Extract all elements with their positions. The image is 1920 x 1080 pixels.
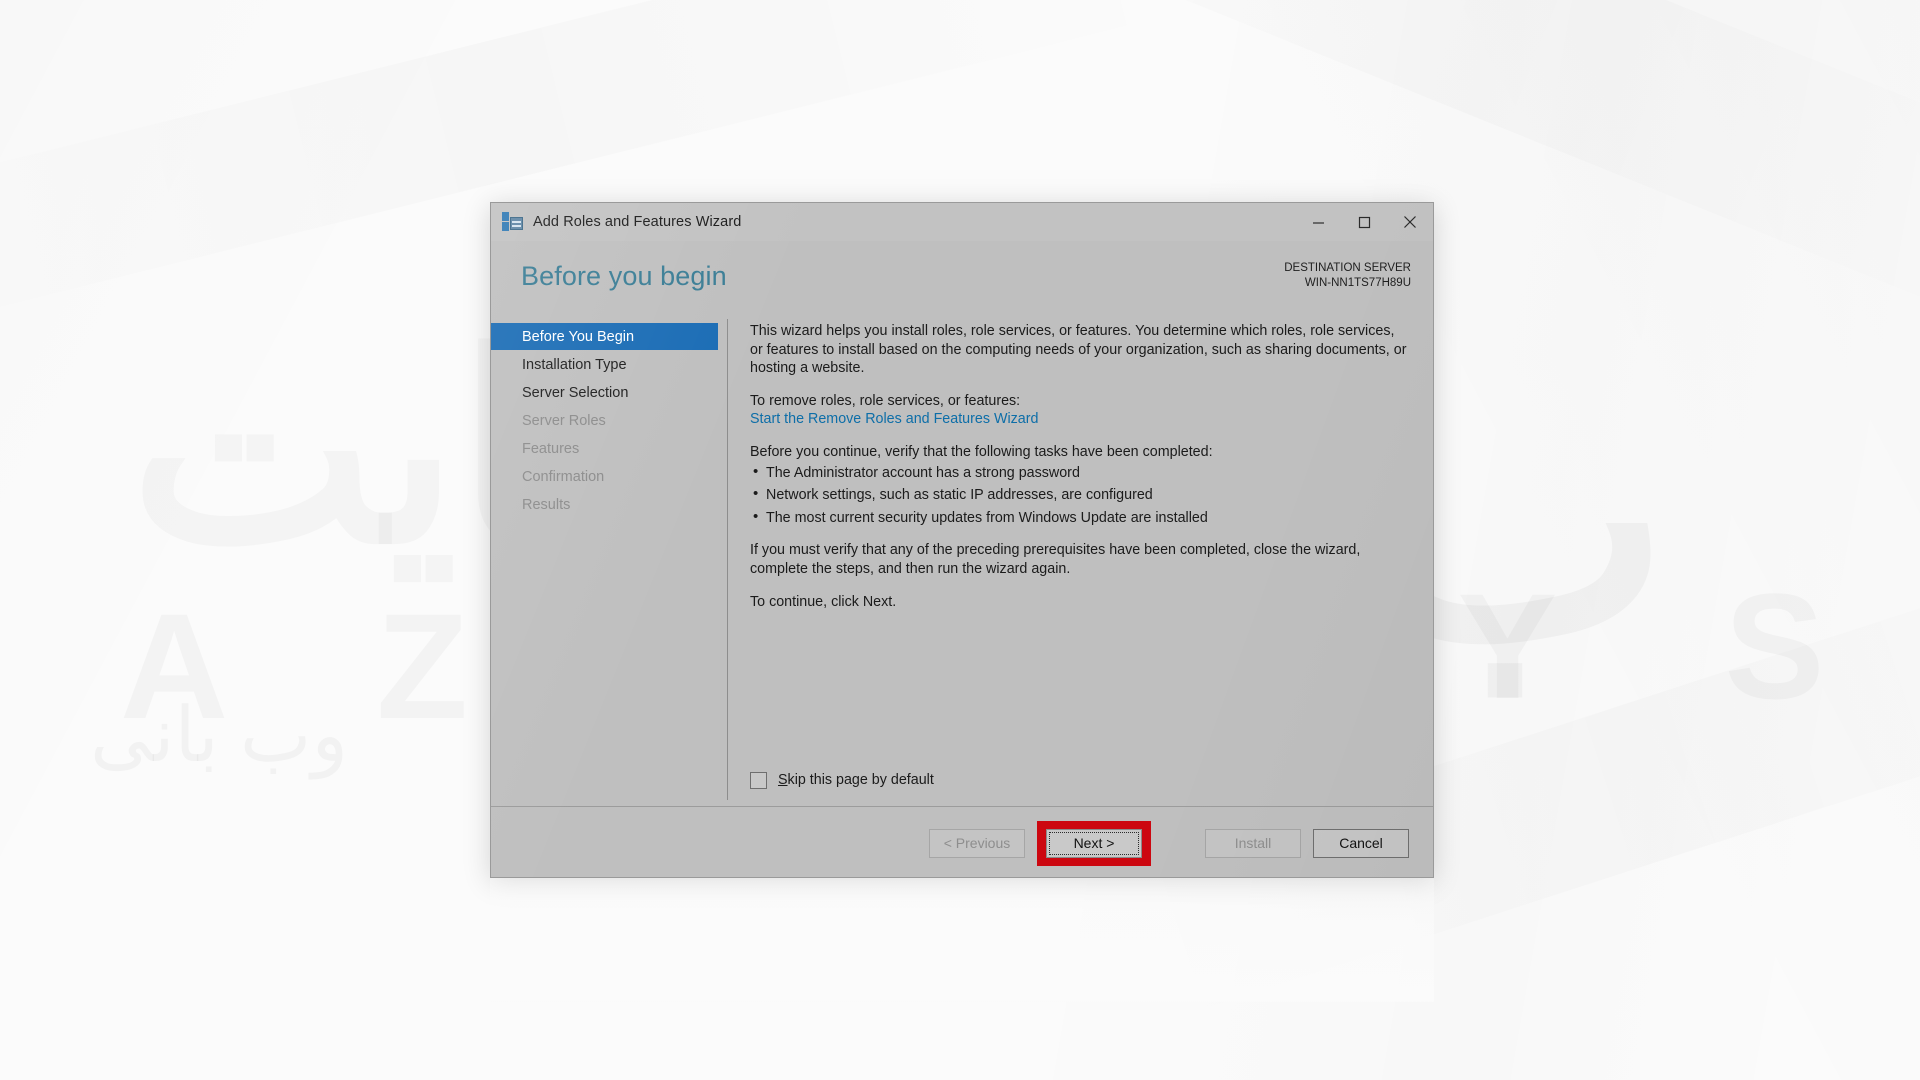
sidebar-item-label: Before You Begin (522, 328, 635, 345)
label-rest: kip this page by default (787, 772, 934, 789)
next-button[interactable]: Next > (1046, 828, 1142, 858)
add-roles-and-features-wizard-window: Add Roles and Features Wizard Before you… (490, 202, 1434, 878)
sidebar-item-server-roles: Server Roles (491, 407, 728, 434)
prerequisite-task-list: The Administrator account has a strong p… (750, 463, 1409, 528)
maximize-icon[interactable] (1341, 203, 1387, 241)
server-roles-icon (502, 212, 524, 232)
destination-server-info: DESTINATION SERVER WIN-NN1TS77H89U (1284, 261, 1411, 291)
wizard-content-pane: This wizard helps you install roles, rol… (728, 319, 1433, 806)
sidebar-item-label: Installation Type (522, 356, 627, 373)
cancel-button[interactable]: Cancel (1313, 828, 1409, 858)
sidebar-item-label: Confirmation (522, 468, 605, 485)
previous-button: < Previous (929, 828, 1025, 858)
list-item: The most current security updates from W… (753, 508, 1409, 528)
page-title: Before you begin (521, 261, 727, 291)
sidebar-item-features: Features (491, 435, 728, 462)
destination-server-label: DESTINATION SERVER (1284, 262, 1411, 274)
remove-heading: To remove roles, role services, or featu… (750, 392, 1021, 409)
wizard-header: Before you begin DESTINATION SERVER WIN-… (491, 241, 1433, 319)
list-item: The Administrator account has a strong p… (753, 463, 1409, 483)
close-icon[interactable] (1387, 203, 1433, 241)
accelerator-letter: S (778, 772, 788, 789)
window-title-bar[interactable]: Add Roles and Features Wizard (491, 203, 1433, 241)
window-reflection: Before you begin Before You Begin Instal… (490, 878, 1434, 1002)
skip-page-checkbox[interactable] (750, 772, 767, 790)
sidebar-item-confirmation: Confirmation (491, 463, 728, 490)
sidebar-item-before-you-begin[interactable]: Before You Begin (491, 323, 718, 350)
list-item: Network settings, such as static IP addr… (753, 485, 1409, 505)
remove-roles-and-features-wizard-link[interactable]: Start the Remove Roles and Features Wiza… (750, 411, 1038, 427)
prerequisite-note: If you must verify that any of the prece… (750, 542, 1361, 577)
verify-heading: Before you continue, verify that the fol… (750, 443, 1213, 460)
skip-page-checkbox-label: Skip this page by default (778, 771, 934, 790)
next-button-highlight-annotation: Next > (1037, 820, 1151, 866)
sidebar-item-installation-type[interactable]: Installation Type (491, 351, 728, 378)
reflection-fade-overlay (490, 878, 1434, 1002)
sidebar-item-label: Features (522, 440, 580, 457)
window-title: Add Roles and Features Wizard (533, 214, 742, 230)
destination-server-name: WIN-NN1TS77H89U (1304, 277, 1411, 289)
sidebar-item-server-selection[interactable]: Server Selection (491, 379, 728, 406)
wizard-step-navigation: Before You Begin Installation Type Serve… (491, 319, 728, 806)
watermark-fa-1: وب بانی (90, 690, 348, 779)
desktop-background: سایت ب A Z A R S Y S وب بانی سرعت بی نها… (0, 0, 1920, 1080)
wizard-body: Before You Begin Installation Type Serve… (491, 319, 1433, 806)
sidebar-item-label: Results (522, 496, 571, 513)
window-controls (1295, 203, 1433, 241)
sidebar-item-label: Server Selection (522, 384, 629, 401)
sidebar-item-results: Results (491, 491, 728, 518)
skip-page-checkbox-row[interactable]: Skip this page by default (750, 771, 934, 790)
intro-paragraph: This wizard helps you install roles, rol… (750, 323, 1407, 377)
continue-note: To continue, click Next. (750, 593, 897, 610)
minimize-icon[interactable] (1295, 203, 1341, 241)
watermark-latin-1: A Z (120, 580, 524, 753)
wizard-footer: < Previous Next > Install Cancel (491, 806, 1433, 877)
sidebar-item-label: Server Roles (522, 412, 606, 429)
install-button: Install (1205, 828, 1301, 858)
